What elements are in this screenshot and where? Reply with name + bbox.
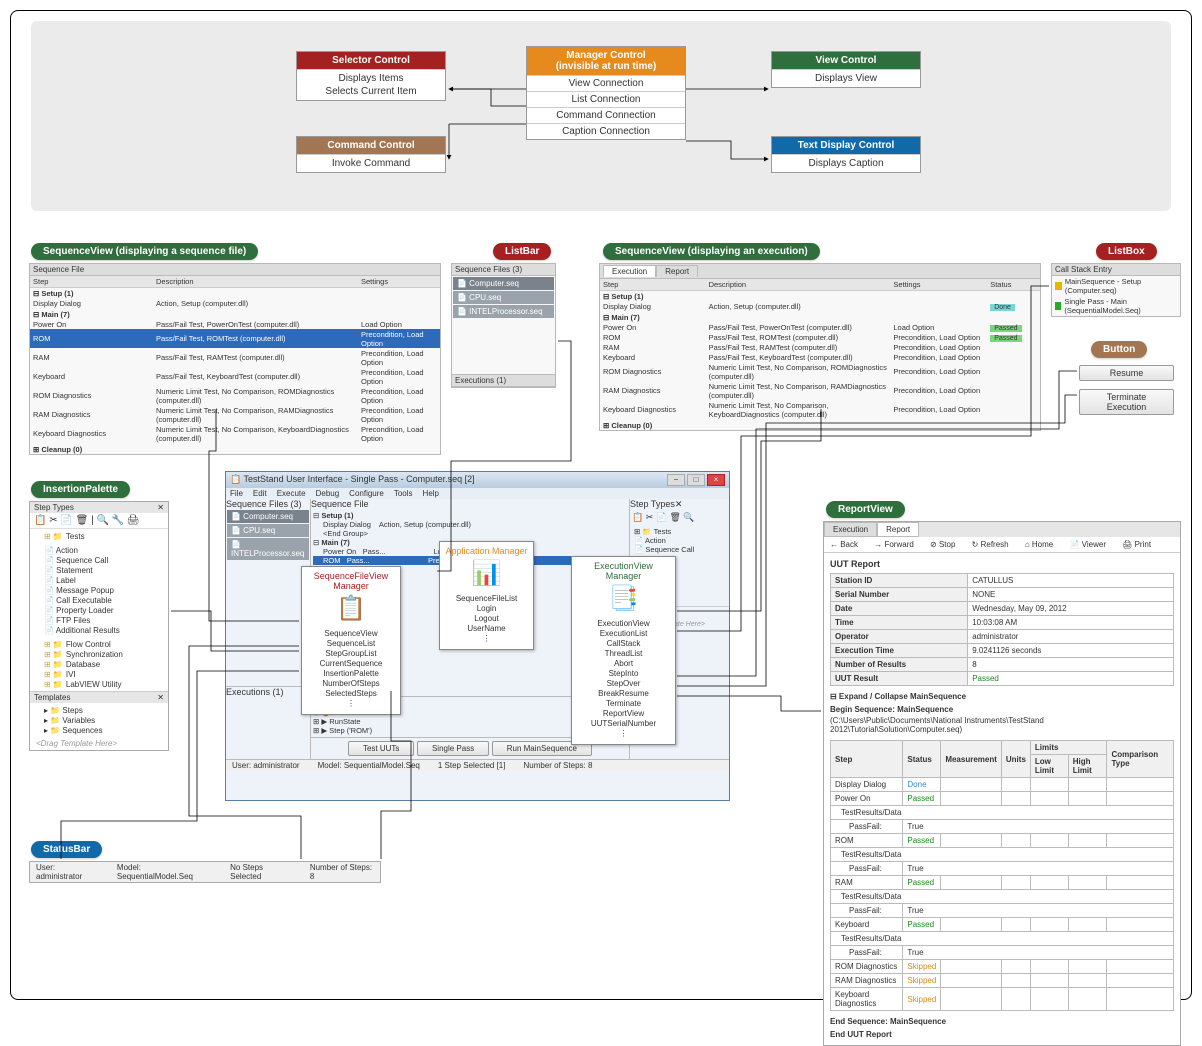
app-manager: Application Manager 📊 SequenceFileListLo… — [439, 541, 534, 650]
command-control: Command Control Invoke Command — [296, 136, 446, 173]
back-button[interactable]: ← Back — [830, 540, 858, 549]
listbox-row[interactable]: Single Pass - Main (SequentialModel.Seq) — [1052, 296, 1180, 316]
seqview-exec-table: Step Description Settings Status ⊟ Setup… — [600, 279, 1040, 430]
listbar-item[interactable]: 📄 INTELProcessor.seq — [453, 305, 554, 318]
ev-manager: ExecutionView Manager 📑 ExecutionViewExe… — [571, 556, 676, 745]
listbox-panel[interactable]: Call Stack Entry MainSequence - Setup (C… — [1051, 263, 1181, 317]
label-statusbar: StatusBar — [31, 841, 102, 858]
seqview-file-panel: Sequence File Step Description Settings … — [29, 263, 441, 455]
listbar-item[interactable]: 📄 CPU.seq — [453, 291, 554, 304]
app-menubar[interactable]: FileEditExecuteDebugConfigureToolsHelp — [226, 488, 729, 499]
label-seqview-exec: SequenceView (displaying an execution) — [603, 243, 820, 260]
reportview-panel: ExecutionReport ← Back → Forward ⊘ Stop … — [823, 521, 1181, 1046]
controls-banner: Selector Control Displays ItemsSelects C… — [31, 21, 1171, 211]
close-icon[interactable]: × — [707, 474, 725, 486]
terminate-button[interactable]: Terminate Execution — [1079, 389, 1174, 415]
refresh-button[interactable]: ↻ Refresh — [972, 540, 1009, 549]
seqview-file-table: Step Description Settings ⊟ Setup (1) Di… — [30, 276, 440, 454]
print-button[interactable]: 🖨 Print — [1122, 540, 1151, 549]
insertion-palette[interactable]: Step Types✕ 📋 ✂ 📄 🗑 | 🔍 🔧 🖨 ⊞ 📁 Tests 📄 … — [29, 501, 169, 751]
view-control: View Control Displays View — [771, 51, 921, 88]
statusbar-panel: User: administratorModel: SequentialMode… — [29, 861, 381, 883]
listbar-item[interactable]: 📄 Computer.seq — [453, 277, 554, 290]
sfv-manager: SequenceFileView Manager 📋 SequenceViewS… — [301, 566, 401, 715]
stop-button[interactable]: ⊘ Stop — [930, 540, 955, 549]
label-listbox: ListBox — [1096, 243, 1157, 260]
maximize-icon[interactable]: □ — [687, 474, 705, 486]
app-titlebar: 📋 TestStand User Interface - Single Pass… — [226, 472, 729, 488]
textdisplay-control: Text Display Control Displays Caption — [771, 136, 921, 173]
label-listbar: ListBar — [493, 243, 551, 260]
label-seqview-file: SequenceView (displaying a sequence file… — [31, 243, 258, 260]
listbox-row[interactable]: MainSequence - Setup (Computer.seq) — [1052, 276, 1180, 296]
resume-button[interactable]: Resume — [1079, 365, 1174, 381]
label-insertion: InsertionPalette — [31, 481, 130, 498]
fwd-button[interactable]: → Forward — [874, 540, 914, 549]
viewer-button[interactable]: 📄 Viewer — [1069, 540, 1106, 549]
test-uuts-button[interactable]: Test UUTs — [348, 741, 414, 756]
selector-title: Selector Control — [297, 52, 445, 69]
label-reportview: ReportView — [826, 501, 905, 518]
manager-title: Manager Control(invisible at run time) — [527, 47, 685, 75]
listbar-panel[interactable]: Sequence Files (3) 📄 Computer.seq📄 CPU.s… — [451, 263, 556, 388]
label-button: Button — [1091, 341, 1147, 358]
home-button[interactable]: ⌂ Home — [1025, 540, 1053, 549]
manager-control: Manager Control(invisible at run time) V… — [526, 46, 686, 140]
single-pass-button[interactable]: Single Pass — [417, 741, 489, 756]
minimize-icon[interactable]: − — [667, 474, 685, 486]
seqview-exec-panel: ExecutionReport Step Description Setting… — [599, 263, 1041, 431]
selector-control: Selector Control Displays ItemsSelects C… — [296, 51, 446, 101]
